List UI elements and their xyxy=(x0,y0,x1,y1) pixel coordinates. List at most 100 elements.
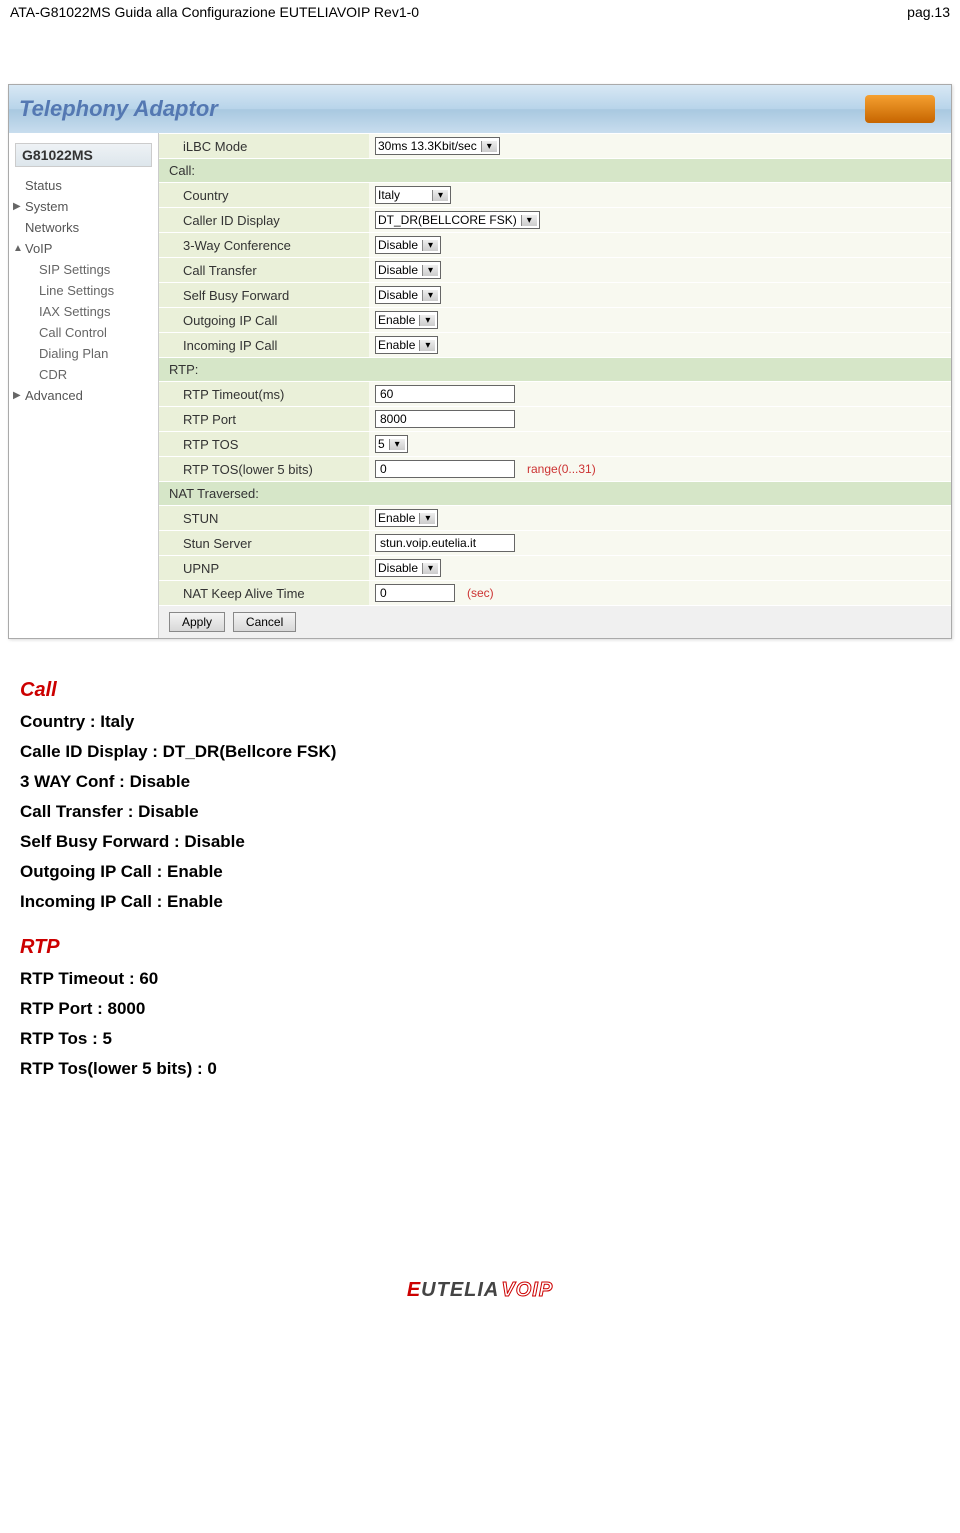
footer-logo: EUTELIAVOIP xyxy=(0,1279,960,1302)
chevron-up-icon: ▲ xyxy=(13,243,23,254)
call-transfer-select[interactable]: Disable ▾ xyxy=(375,261,441,279)
self-busy-select[interactable]: Disable ▾ xyxy=(375,286,441,304)
sidebar-item-label: IAX Settings xyxy=(39,304,111,319)
sidebar-item-voip[interactable]: ▲VoIP xyxy=(15,238,152,259)
chevron-down-icon: ▾ xyxy=(422,265,438,276)
rtp-section: RTP: xyxy=(159,358,951,382)
chevron-down-icon: ▾ xyxy=(432,190,448,201)
doc-call-country: Country : Italy xyxy=(20,712,940,732)
chevron-down-icon: ▾ xyxy=(481,141,497,152)
country-label: Country xyxy=(159,183,369,208)
banner: Telephony Adaptor xyxy=(9,85,951,133)
chevron-down-icon: ▾ xyxy=(422,563,438,574)
select-value: Enable xyxy=(378,313,415,327)
apply-button[interactable]: Apply xyxy=(169,612,225,632)
caller-id-select[interactable]: DT_DR(BELLCORE FSK)▾ xyxy=(375,211,540,229)
chevron-down-icon: ▾ xyxy=(419,315,435,326)
select-value: Disable xyxy=(378,288,418,302)
main-panel: iLBC Mode 30ms 13.3Kbit/sec▾ Call: Count… xyxy=(159,133,951,638)
doc-call-title: Call xyxy=(20,679,940,702)
rtp-tos-select[interactable]: 5▾ xyxy=(375,435,408,453)
rtp-port-label: RTP Port xyxy=(159,407,369,432)
rtp-tos-lower-label: RTP TOS(lower 5 bits) xyxy=(159,457,369,482)
sidebar-item-sip-settings[interactable]: SIP Settings xyxy=(15,259,152,280)
sidebar-item-label: Line Settings xyxy=(39,283,114,298)
sidebar-item-label: Networks xyxy=(25,220,79,235)
stun-select[interactable]: Enable ▾ xyxy=(375,509,438,527)
select-value: 5 xyxy=(378,437,385,451)
rtp-timeout-input[interactable]: 60 xyxy=(375,385,515,403)
sidebar-item-call-control[interactable]: Call Control xyxy=(15,322,152,343)
three-way-label: 3-Way Conference xyxy=(159,233,369,258)
caller-id-label: Caller ID Display xyxy=(159,208,369,233)
country-select[interactable]: Italy▾ xyxy=(375,186,451,204)
sidebar-item-dialing-plan[interactable]: Dialing Plan xyxy=(15,343,152,364)
ilbc-mode-select[interactable]: 30ms 13.3Kbit/sec▾ xyxy=(375,137,500,155)
doc-call-caller-id: Calle ID Display : DT_DR(Bellcore FSK) xyxy=(20,742,940,762)
doc-call-incoming: Incoming IP Call : Enable xyxy=(20,892,940,912)
chevron-down-icon: ▾ xyxy=(521,215,537,226)
select-value: Disable xyxy=(378,561,418,575)
sidebar-item-system[interactable]: ▶System xyxy=(15,196,152,217)
chevron-down-icon: ▾ xyxy=(422,290,438,301)
stun-server-label: Stun Server xyxy=(159,531,369,556)
nat-section: NAT Traversed: xyxy=(159,482,951,506)
upnp-label: UPNP xyxy=(159,556,369,581)
select-value: Disable xyxy=(378,263,418,277)
chevron-down-icon: ▾ xyxy=(422,240,438,251)
call-transfer-label: Call Transfer xyxy=(159,258,369,283)
sidebar-item-line-settings[interactable]: Line Settings xyxy=(15,280,152,301)
sidebar-item-label: SIP Settings xyxy=(39,262,110,277)
sidebar-item-label: VoIP xyxy=(25,241,52,256)
chevron-down-icon: ▾ xyxy=(389,439,405,450)
chevron-down-icon: ▾ xyxy=(419,513,435,524)
nat-keep-input[interactable]: 0 xyxy=(375,584,455,602)
outgoing-ip-label: Outgoing IP Call xyxy=(159,308,369,333)
select-value: Enable xyxy=(378,338,415,352)
three-way-select[interactable]: Disable ▾ xyxy=(375,236,441,254)
rtp-tos-label: RTP TOS xyxy=(159,432,369,457)
select-value: Disable xyxy=(378,238,418,252)
page-header-right: pag.13 xyxy=(907,4,950,20)
upnp-select[interactable]: Disable ▾ xyxy=(375,559,441,577)
incoming-ip-select[interactable]: Enable▾ xyxy=(375,336,438,354)
logo-eut: UTELIA xyxy=(421,1279,499,1301)
doc-rtp-port: RTP Port : 8000 xyxy=(20,999,940,1019)
nat-keep-hint: (sec) xyxy=(467,586,494,600)
sidebar-item-advanced[interactable]: ▶ Advanced xyxy=(15,385,152,406)
logo-e: E xyxy=(407,1279,421,1301)
sidebar-item-iax-settings[interactable]: IAX Settings xyxy=(15,301,152,322)
chevron-right-icon: ▶ xyxy=(13,201,21,212)
rtp-tos-lower-hint: range(0...31) xyxy=(527,462,596,476)
doc-rtp-tos: RTP Tos : 5 xyxy=(20,1029,940,1049)
cancel-button[interactable]: Cancel xyxy=(233,612,296,632)
doc-body: Call Country : Italy Calle ID Display : … xyxy=(20,679,940,1079)
sidebar-model: G81022MS xyxy=(15,143,152,167)
rtp-port-input[interactable]: 8000 xyxy=(375,410,515,428)
device-icon xyxy=(865,95,935,123)
stun-server-input[interactable]: stun.voip.eutelia.it xyxy=(375,534,515,552)
doc-call-outgoing: Outgoing IP Call : Enable xyxy=(20,862,940,882)
sidebar-item-label: Advanced xyxy=(25,388,83,403)
sidebar-item-networks[interactable]: Networks xyxy=(15,217,152,238)
stun-label: STUN xyxy=(159,506,369,531)
sidebar-item-cdr[interactable]: CDR xyxy=(15,364,152,385)
doc-call-self-busy: Self Busy Forward : Disable xyxy=(20,832,940,852)
config-screenshot: Telephony Adaptor G81022MS Status ▶Syste… xyxy=(8,84,952,639)
doc-rtp-title: RTP xyxy=(20,936,940,959)
doc-call-transfer: Call Transfer : Disable xyxy=(20,802,940,822)
sidebar: G81022MS Status ▶System Networks ▲VoIP S… xyxy=(9,133,159,638)
sidebar-item-label: Call Control xyxy=(39,325,107,340)
sidebar-item-status[interactable]: Status xyxy=(15,175,152,196)
rtp-tos-lower-input[interactable]: 0 xyxy=(375,460,515,478)
outgoing-ip-select[interactable]: Enable ▾ xyxy=(375,311,438,329)
chevron-right-icon: ▶ xyxy=(13,390,21,401)
call-section: Call: xyxy=(159,159,951,183)
self-busy-label: Self Busy Forward xyxy=(159,283,369,308)
sidebar-item-label: Dialing Plan xyxy=(39,346,108,361)
doc-call-three-way: 3 WAY Conf : Disable xyxy=(20,772,940,792)
doc-rtp-timeout: RTP Timeout : 60 xyxy=(20,969,940,989)
page-header-left: ATA-G81022MS Guida alla Configurazione E… xyxy=(10,4,419,20)
select-value: Enable xyxy=(378,511,415,525)
banner-title: Telephony Adaptor xyxy=(19,96,218,122)
